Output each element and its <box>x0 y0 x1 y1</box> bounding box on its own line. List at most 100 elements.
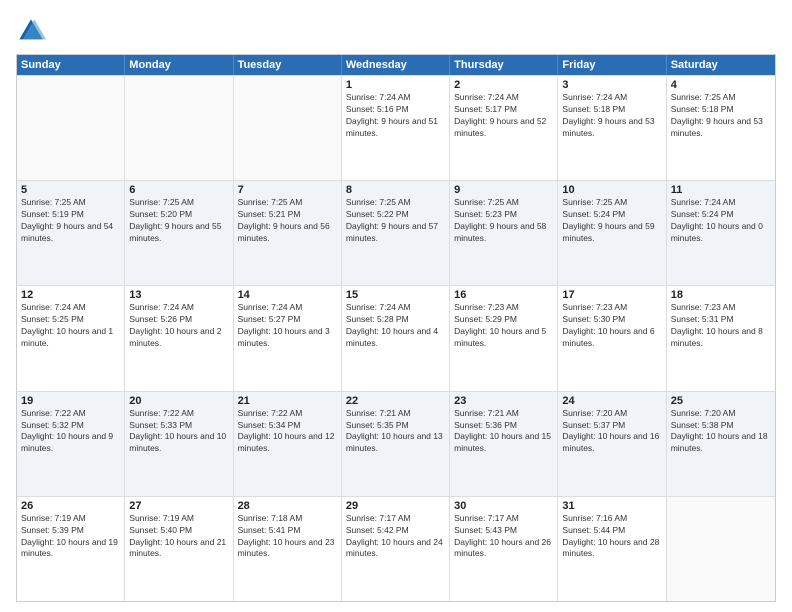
calendar-cell: 12Sunrise: 7:24 AMSunset: 5:25 PMDayligh… <box>17 286 125 390</box>
day-number: 25 <box>671 395 771 407</box>
calendar-header-friday: Friday <box>558 55 666 75</box>
calendar-cell: 13Sunrise: 7:24 AMSunset: 5:26 PMDayligh… <box>125 286 233 390</box>
day-number: 4 <box>671 79 771 91</box>
calendar-header-saturday: Saturday <box>667 55 775 75</box>
calendar-cell: 15Sunrise: 7:24 AMSunset: 5:28 PMDayligh… <box>342 286 450 390</box>
day-info: Sunrise: 7:24 AMSunset: 5:24 PMDaylight:… <box>671 197 771 245</box>
calendar-cell: 18Sunrise: 7:23 AMSunset: 5:31 PMDayligh… <box>667 286 775 390</box>
day-info: Sunrise: 7:24 AMSunset: 5:18 PMDaylight:… <box>562 92 661 140</box>
day-info: Sunrise: 7:17 AMSunset: 5:43 PMDaylight:… <box>454 513 553 561</box>
day-number: 14 <box>238 289 337 301</box>
calendar-cell: 4Sunrise: 7:25 AMSunset: 5:18 PMDaylight… <box>667 76 775 180</box>
day-info: Sunrise: 7:21 AMSunset: 5:35 PMDaylight:… <box>346 408 445 456</box>
calendar-cell: 5Sunrise: 7:25 AMSunset: 5:19 PMDaylight… <box>17 181 125 285</box>
day-number: 2 <box>454 79 553 91</box>
calendar-cell: 10Sunrise: 7:25 AMSunset: 5:24 PMDayligh… <box>558 181 666 285</box>
day-number: 27 <box>129 500 228 512</box>
calendar-cell: 17Sunrise: 7:23 AMSunset: 5:30 PMDayligh… <box>558 286 666 390</box>
calendar-cell: 23Sunrise: 7:21 AMSunset: 5:36 PMDayligh… <box>450 392 558 496</box>
calendar-header-tuesday: Tuesday <box>234 55 342 75</box>
calendar-cell: 20Sunrise: 7:22 AMSunset: 5:33 PMDayligh… <box>125 392 233 496</box>
day-info: Sunrise: 7:25 AMSunset: 5:20 PMDaylight:… <box>129 197 228 245</box>
day-number: 12 <box>21 289 120 301</box>
calendar-header-thursday: Thursday <box>450 55 558 75</box>
day-number: 22 <box>346 395 445 407</box>
day-info: Sunrise: 7:18 AMSunset: 5:41 PMDaylight:… <box>238 513 337 561</box>
day-number: 19 <box>21 395 120 407</box>
calendar-header-wednesday: Wednesday <box>342 55 450 75</box>
calendar-cell: 24Sunrise: 7:20 AMSunset: 5:37 PMDayligh… <box>558 392 666 496</box>
calendar-cell: 31Sunrise: 7:16 AMSunset: 5:44 PMDayligh… <box>558 497 666 601</box>
calendar-cell: 1Sunrise: 7:24 AMSunset: 5:16 PMDaylight… <box>342 76 450 180</box>
day-info: Sunrise: 7:25 AMSunset: 5:24 PMDaylight:… <box>562 197 661 245</box>
day-info: Sunrise: 7:25 AMSunset: 5:18 PMDaylight:… <box>671 92 771 140</box>
day-info: Sunrise: 7:22 AMSunset: 5:32 PMDaylight:… <box>21 408 120 456</box>
day-number: 24 <box>562 395 661 407</box>
calendar-week-2: 5Sunrise: 7:25 AMSunset: 5:19 PMDaylight… <box>17 180 775 285</box>
day-info: Sunrise: 7:21 AMSunset: 5:36 PMDaylight:… <box>454 408 553 456</box>
day-number: 3 <box>562 79 661 91</box>
day-number: 26 <box>21 500 120 512</box>
day-info: Sunrise: 7:22 AMSunset: 5:34 PMDaylight:… <box>238 408 337 456</box>
calendar-cell: 19Sunrise: 7:22 AMSunset: 5:32 PMDayligh… <box>17 392 125 496</box>
day-info: Sunrise: 7:23 AMSunset: 5:30 PMDaylight:… <box>562 302 661 350</box>
calendar-week-3: 12Sunrise: 7:24 AMSunset: 5:25 PMDayligh… <box>17 285 775 390</box>
day-info: Sunrise: 7:20 AMSunset: 5:38 PMDaylight:… <box>671 408 771 456</box>
day-info: Sunrise: 7:16 AMSunset: 5:44 PMDaylight:… <box>562 513 661 561</box>
day-number: 28 <box>238 500 337 512</box>
calendar-week-5: 26Sunrise: 7:19 AMSunset: 5:39 PMDayligh… <box>17 496 775 601</box>
calendar-cell: 7Sunrise: 7:25 AMSunset: 5:21 PMDaylight… <box>234 181 342 285</box>
header <box>16 16 776 46</box>
day-info: Sunrise: 7:24 AMSunset: 5:17 PMDaylight:… <box>454 92 553 140</box>
calendar-cell: 26Sunrise: 7:19 AMSunset: 5:39 PMDayligh… <box>17 497 125 601</box>
day-info: Sunrise: 7:24 AMSunset: 5:26 PMDaylight:… <box>129 302 228 350</box>
day-info: Sunrise: 7:22 AMSunset: 5:33 PMDaylight:… <box>129 408 228 456</box>
calendar-cell: 6Sunrise: 7:25 AMSunset: 5:20 PMDaylight… <box>125 181 233 285</box>
day-number: 21 <box>238 395 337 407</box>
calendar-week-1: 1Sunrise: 7:24 AMSunset: 5:16 PMDaylight… <box>17 75 775 180</box>
calendar-cell <box>234 76 342 180</box>
calendar-cell: 3Sunrise: 7:24 AMSunset: 5:18 PMDaylight… <box>558 76 666 180</box>
calendar-cell: 2Sunrise: 7:24 AMSunset: 5:17 PMDaylight… <box>450 76 558 180</box>
day-number: 13 <box>129 289 228 301</box>
calendar-cell: 30Sunrise: 7:17 AMSunset: 5:43 PMDayligh… <box>450 497 558 601</box>
day-number: 30 <box>454 500 553 512</box>
day-number: 11 <box>671 184 771 196</box>
day-number: 5 <box>21 184 120 196</box>
calendar-cell: 28Sunrise: 7:18 AMSunset: 5:41 PMDayligh… <box>234 497 342 601</box>
calendar-header: SundayMondayTuesdayWednesdayThursdayFrid… <box>17 55 775 75</box>
day-info: Sunrise: 7:24 AMSunset: 5:16 PMDaylight:… <box>346 92 445 140</box>
calendar-header-sunday: Sunday <box>17 55 125 75</box>
logo <box>16 16 50 46</box>
calendar-cell: 25Sunrise: 7:20 AMSunset: 5:38 PMDayligh… <box>667 392 775 496</box>
calendar: SundayMondayTuesdayWednesdayThursdayFrid… <box>16 54 776 602</box>
day-info: Sunrise: 7:19 AMSunset: 5:39 PMDaylight:… <box>21 513 120 561</box>
day-number: 7 <box>238 184 337 196</box>
day-info: Sunrise: 7:25 AMSunset: 5:23 PMDaylight:… <box>454 197 553 245</box>
day-number: 6 <box>129 184 228 196</box>
calendar-body: 1Sunrise: 7:24 AMSunset: 5:16 PMDaylight… <box>17 75 775 601</box>
day-info: Sunrise: 7:25 AMSunset: 5:22 PMDaylight:… <box>346 197 445 245</box>
day-info: Sunrise: 7:19 AMSunset: 5:40 PMDaylight:… <box>129 513 228 561</box>
calendar-cell: 9Sunrise: 7:25 AMSunset: 5:23 PMDaylight… <box>450 181 558 285</box>
day-info: Sunrise: 7:25 AMSunset: 5:21 PMDaylight:… <box>238 197 337 245</box>
day-number: 9 <box>454 184 553 196</box>
day-info: Sunrise: 7:24 AMSunset: 5:28 PMDaylight:… <box>346 302 445 350</box>
day-number: 1 <box>346 79 445 91</box>
calendar-cell: 8Sunrise: 7:25 AMSunset: 5:22 PMDaylight… <box>342 181 450 285</box>
day-number: 8 <box>346 184 445 196</box>
day-info: Sunrise: 7:25 AMSunset: 5:19 PMDaylight:… <box>21 197 120 245</box>
day-number: 20 <box>129 395 228 407</box>
day-number: 17 <box>562 289 661 301</box>
day-number: 29 <box>346 500 445 512</box>
day-number: 15 <box>346 289 445 301</box>
day-number: 23 <box>454 395 553 407</box>
page: SundayMondayTuesdayWednesdayThursdayFrid… <box>0 0 792 612</box>
day-number: 31 <box>562 500 661 512</box>
calendar-cell <box>125 76 233 180</box>
day-info: Sunrise: 7:23 AMSunset: 5:29 PMDaylight:… <box>454 302 553 350</box>
day-number: 16 <box>454 289 553 301</box>
calendar-week-4: 19Sunrise: 7:22 AMSunset: 5:32 PMDayligh… <box>17 391 775 496</box>
day-info: Sunrise: 7:24 AMSunset: 5:27 PMDaylight:… <box>238 302 337 350</box>
day-number: 18 <box>671 289 771 301</box>
